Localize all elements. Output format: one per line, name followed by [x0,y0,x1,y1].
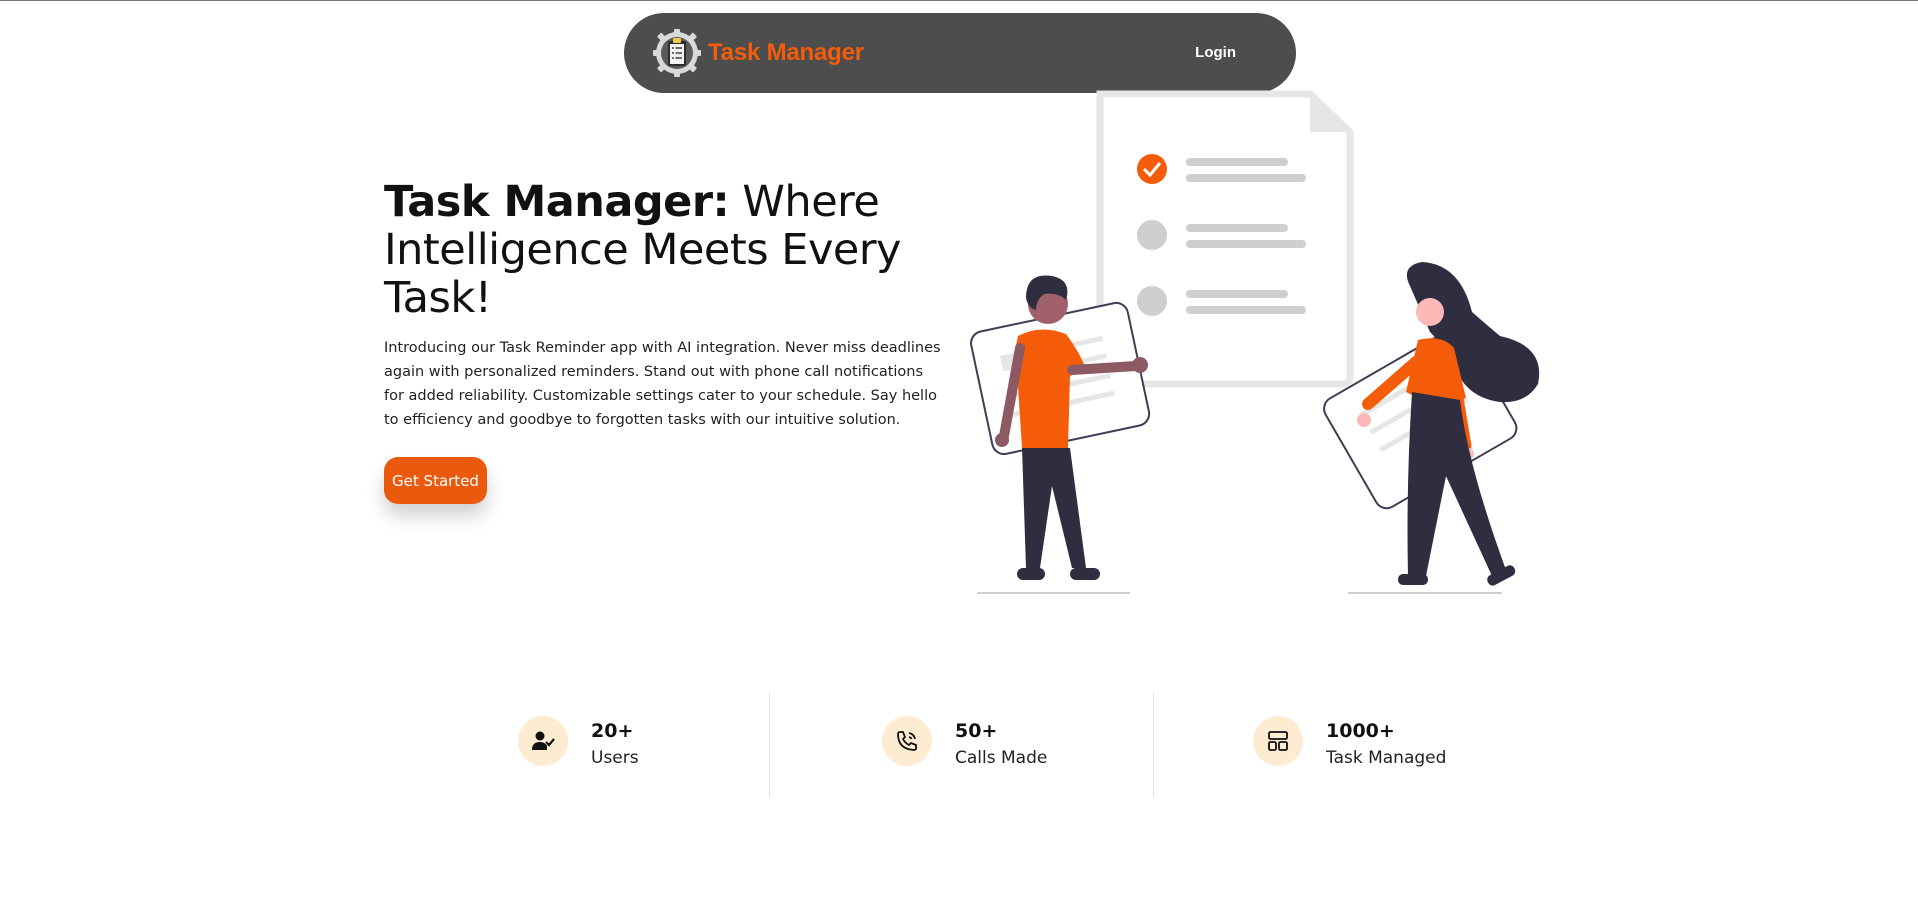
stat-label: Users [591,748,639,768]
stat-value: 1000+ [1326,720,1395,742]
layout-icon [1253,716,1303,766]
hero-illustration [970,90,1540,594]
phone-call-icon [882,716,932,766]
login-link[interactable]: Login [1195,44,1236,61]
user-check-icon [518,716,568,766]
hero-title: Task Manager: Where Intelligence Meets E… [384,178,944,322]
checklist-document [1096,90,1354,388]
navbar: Task Manager Login [624,13,1296,93]
clipboard-gear-logo-icon[interactable] [652,28,702,78]
stat-divider [1153,692,1154,798]
brand-name[interactable]: Task Manager [708,39,864,67]
stat-label: Task Managed [1326,748,1447,768]
stat-label: Calls Made [955,748,1048,768]
stat-value: 50+ [955,720,998,742]
hero-description: Introducing our Task Reminder app with A… [384,340,941,428]
hero-title-strong: Task Manager: [384,177,730,227]
get-started-button[interactable]: Get Started [384,457,487,504]
stat-divider [769,692,770,798]
window-top-border [0,0,1918,1]
man-figure [970,275,1151,594]
stat-value: 20+ [591,720,634,742]
